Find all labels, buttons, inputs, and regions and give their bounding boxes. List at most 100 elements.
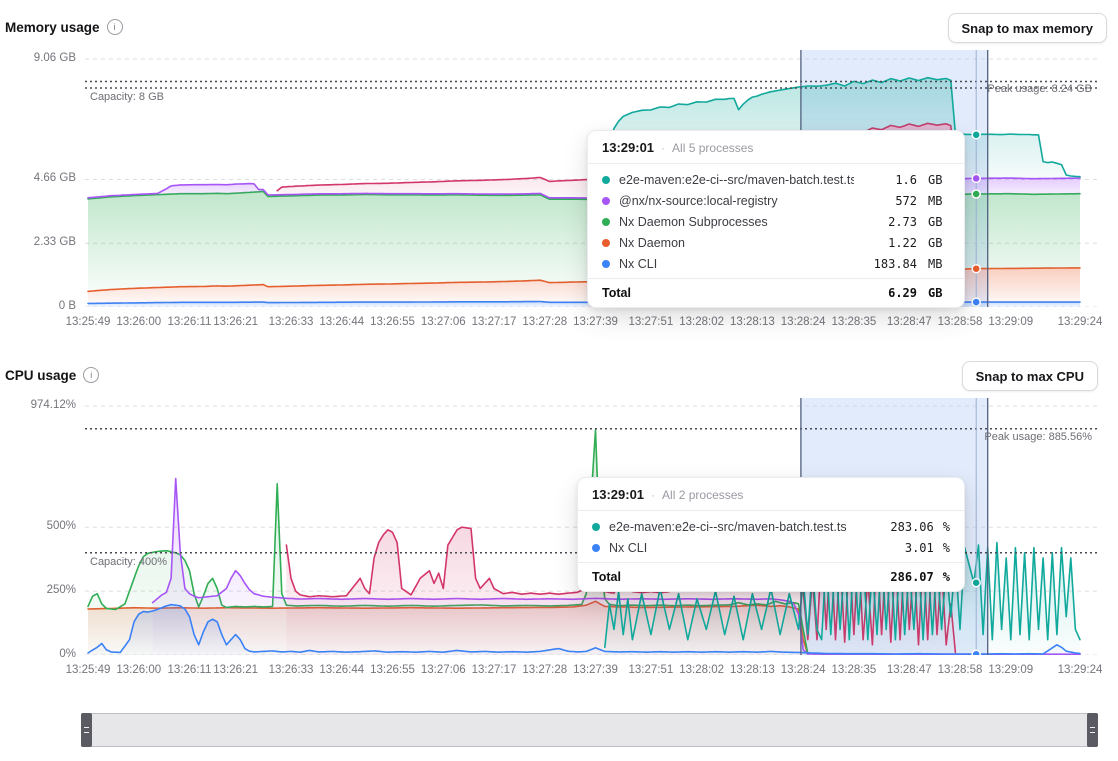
x-axis-tick-label: 13:26:44	[319, 316, 364, 328]
x-axis-tick-label: 13:27:51	[629, 316, 674, 328]
series-color-dot	[602, 197, 610, 205]
x-axis-tick-label: 13:28:58	[938, 664, 983, 676]
x-axis-tick-label: 13:28:58	[938, 316, 983, 328]
tooltip-series-value: 1.6	[863, 173, 917, 187]
x-axis-tick-label: 13:27:06	[421, 316, 466, 328]
tooltip-series-value: 3.01	[880, 541, 934, 555]
tooltip-series-value: 572	[863, 194, 917, 208]
tooltip-total-label: Total	[602, 286, 854, 300]
tooltip-series-value: 1.22	[863, 236, 917, 250]
x-axis-tick-label: 13:26:55	[370, 316, 415, 328]
x-axis-tick-label: 13:27:39	[573, 664, 618, 676]
cpu-peak-label: Peak usage: 885.56%	[984, 431, 1092, 443]
x-axis-tick-label: 13:26:33	[269, 316, 314, 328]
x-axis-tick-label: 13:28:35	[832, 664, 877, 676]
snap-to-max-cpu-button[interactable]: Snap to max CPU	[962, 361, 1098, 391]
tooltip-row: e2e-maven:e2e-ci--src/maven-batch.test.t…	[578, 516, 964, 537]
brush-handle-right[interactable]	[1087, 713, 1098, 747]
memory-usage-title: Memory usage	[5, 20, 100, 35]
tooltip-series-name: e2e-maven:e2e-ci--src/maven-batch.test.t…	[619, 173, 854, 187]
tooltip-row: Nx CLI183.84MB	[588, 253, 964, 274]
series-color-dot	[602, 218, 610, 226]
tooltip-series-name: Nx CLI	[619, 257, 854, 271]
tooltip-row: Nx CLI3.01%	[578, 537, 964, 558]
tooltip-series-value: 2.73	[863, 215, 917, 229]
y-axis-tick-label: 4.66 GB	[0, 172, 76, 184]
x-axis-tick-label: 13:29:09	[988, 664, 1033, 676]
x-axis-tick-label: 13:26:55	[370, 664, 415, 676]
tooltip-total-value: 6.29	[863, 286, 917, 300]
brush-handle-left[interactable]	[81, 713, 92, 747]
cpu-info-icon[interactable]: i	[83, 367, 99, 383]
x-axis-tick-label: 13:28:24	[781, 316, 826, 328]
tooltip-total-row: Total 6.29 GB	[588, 278, 964, 307]
x-axis-tick-label: 13:28:02	[679, 664, 724, 676]
tooltip-series-name: Nx Daemon	[619, 236, 854, 250]
y-axis-tick-label: 0 B	[0, 300, 76, 312]
x-axis-tick-label: 13:29:24	[1058, 664, 1103, 676]
tooltip-series-unit: GB	[928, 215, 950, 229]
x-axis-tick-label: 13:28:35	[832, 316, 877, 328]
tooltip-total-unit: %	[943, 570, 950, 584]
tooltip-rows: e2e-maven:e2e-ci--src/maven-batch.test.t…	[578, 511, 964, 562]
tooltip-row: Nx Daemon 1.22 GB	[588, 232, 964, 253]
x-axis-tick-label: 13:27:39	[573, 316, 618, 328]
tooltip-series-name: @nx/nx-source:local-registry	[619, 194, 854, 208]
memory-tooltip: 13:29:01 · All 5 processes e2e-maven:e2e…	[587, 130, 965, 308]
x-axis-tick-label: 13:28:47	[887, 316, 932, 328]
x-axis-tick-label: 13:27:17	[472, 664, 517, 676]
grip-icon	[84, 727, 89, 733]
series-color-dot	[602, 260, 610, 268]
y-axis-tick-label: 500%	[0, 520, 76, 532]
x-axis-tick-label: 13:29:24	[1058, 316, 1103, 328]
x-axis-tick-label: 13:27:51	[629, 664, 674, 676]
x-axis-tick-label: 13:26:33	[269, 664, 314, 676]
x-axis-tick-label: 13:25:49	[66, 664, 111, 676]
tooltip-time: 13:29:01	[602, 140, 654, 155]
x-axis-tick-label: 13:27:06	[421, 664, 466, 676]
x-axis-tick-label: 13:28:02	[679, 316, 724, 328]
cpu-section-header: CPU usage i	[5, 367, 99, 383]
tooltip-total-value: 286.07	[880, 570, 934, 584]
tooltip-series-name: Nx Daemon Subprocesses	[619, 215, 854, 229]
x-axis-tick-label: 13:29:09	[988, 316, 1033, 328]
x-axis-tick-label: 13:27:28	[522, 664, 567, 676]
tooltip-series-unit: %	[943, 520, 950, 534]
x-axis-tick-label: 13:26:11	[168, 664, 212, 676]
tooltip-row: @nx/nx-source:local-registry 572 MB	[588, 190, 964, 211]
grip-icon	[1090, 727, 1095, 733]
tooltip-total-unit: GB	[928, 286, 950, 300]
memory-section-header: Memory usage i	[5, 19, 123, 35]
cpu-capacity-label: Capacity: 400%	[90, 556, 167, 568]
tooltip-series-value: 183.84	[863, 257, 917, 271]
x-axis-tick-label: 13:26:11	[168, 316, 212, 328]
tooltip-header: 13:29:01 · All 2 processes	[578, 478, 964, 511]
x-axis-tick-label: 13:27:17	[472, 316, 517, 328]
resource-usage-page: Memory usage i Snap to max memory Capaci…	[0, 0, 1118, 761]
series-color-dot	[592, 523, 600, 531]
tooltip-row: e2e-maven:e2e-ci--src/maven-batch.test.t…	[588, 169, 964, 190]
memory-capacity-label: Capacity: 8 GB	[90, 91, 164, 103]
tooltip-series-unit: MB	[928, 194, 950, 208]
tooltip-series-name: e2e-maven:e2e-ci--src/maven-batch.test.t…	[609, 520, 871, 534]
tooltip-series-unit: GB	[928, 236, 950, 250]
tooltip-series-name: Nx CLI	[609, 541, 871, 555]
x-axis-tick-label: 13:26:21	[213, 664, 258, 676]
tooltip-total-label: Total	[592, 570, 871, 584]
y-axis-tick-label: 9.06 GB	[0, 52, 76, 64]
cpu-usage-title: CPU usage	[5, 368, 76, 383]
memory-info-icon[interactable]: i	[107, 19, 123, 35]
snap-to-max-memory-button[interactable]: Snap to max memory	[948, 13, 1108, 43]
x-axis-tick-label: 13:26:44	[319, 664, 364, 676]
cpu-tooltip: 13:29:01 · All 2 processes e2e-maven:e2e…	[577, 477, 965, 592]
tooltip-separator: ·	[651, 488, 655, 502]
tooltip-separator: ·	[661, 141, 665, 155]
y-axis-tick-label: 2.33 GB	[0, 236, 76, 248]
time-range-brush[interactable]	[81, 713, 1098, 747]
series-color-dot	[592, 544, 600, 552]
memory-peak-label: Peak usage: 8.24 GB	[987, 83, 1092, 95]
tooltip-total-row: Total 286.07 %	[578, 562, 964, 591]
tooltip-row: Nx Daemon Subprocesses 2.73 GB	[588, 211, 964, 232]
series-color-dot	[602, 239, 610, 247]
y-axis-tick-label: 974.12%	[0, 399, 76, 411]
